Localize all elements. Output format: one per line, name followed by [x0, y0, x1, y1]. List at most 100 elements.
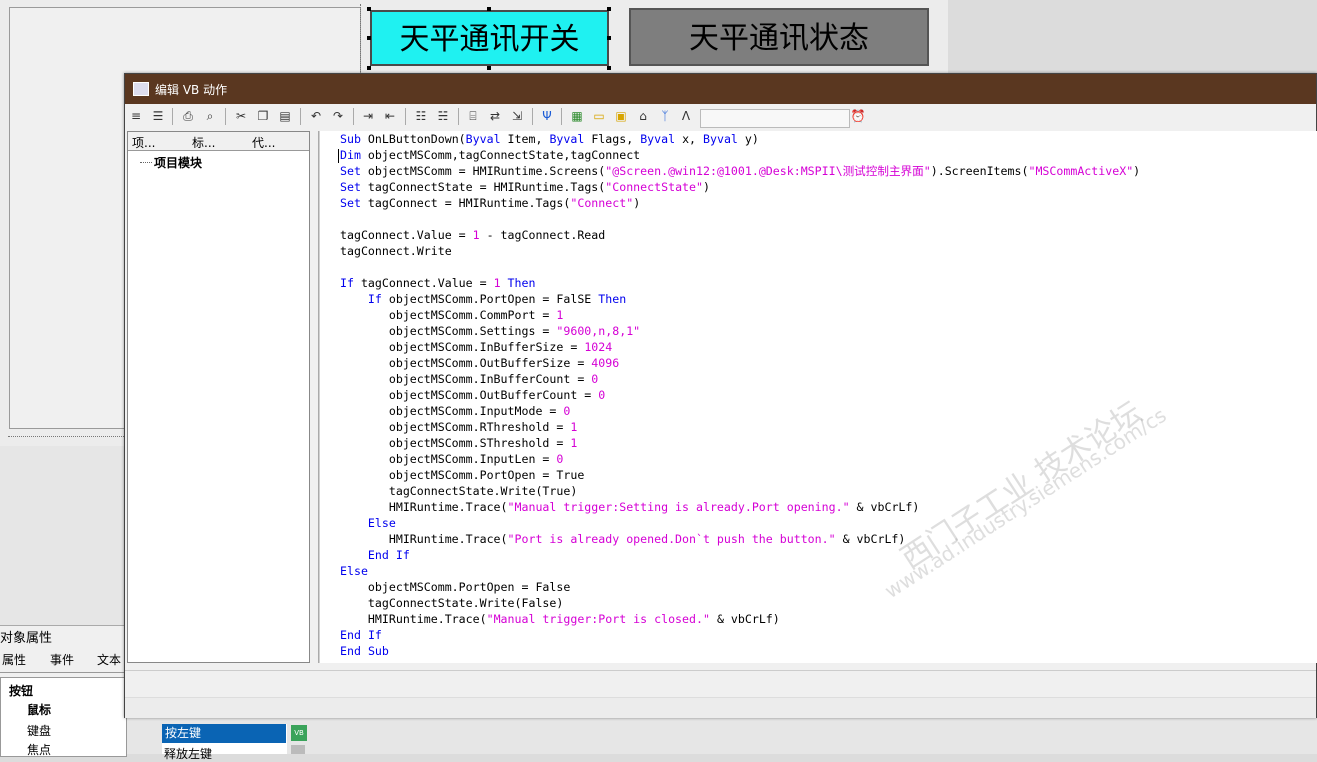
code-line[interactable]: objectMSComm.CommPort = 1	[340, 308, 564, 322]
redo-icon[interactable]: ↷	[330, 108, 346, 124]
toolbar-separator	[458, 108, 459, 125]
align-left-icon[interactable]: ☰	[150, 108, 166, 124]
code-line[interactable]: Set tagConnect = HMIRuntime.Tags("Connec…	[340, 196, 640, 210]
code-line[interactable]: tagConnectState.Write(False)	[340, 596, 563, 610]
new-folder-icon[interactable]: ▣	[613, 108, 629, 124]
toolbar-separator	[225, 108, 226, 125]
print-preview-icon[interactable]: ⌕	[202, 108, 218, 124]
code-line[interactable]: Set tagConnectState = HMIRuntime.Tags("C…	[340, 180, 710, 194]
outdent-icon[interactable]: ⇤	[382, 108, 398, 124]
compass-icon[interactable]: Λ	[678, 108, 694, 124]
goto-icon[interactable]: ⇲	[509, 108, 525, 124]
module-icon[interactable]: ⌂	[635, 108, 651, 124]
title-bar[interactable]: 编辑 VB 动作	[125, 74, 1316, 104]
vb-action-editor-window: 编辑 VB 动作 ≡ ☰ ⎙ ⌕ ✂ ❐ ▤ ↶ ↷ ⇥ ⇤ ☷ ☵ ⌸ ⇄ ⇲…	[124, 73, 1317, 718]
print-icon[interactable]: ⎙	[180, 108, 196, 124]
tree-item-mouse[interactable]: 鼠标	[27, 701, 51, 718]
comment-icon[interactable]: ☷	[413, 108, 429, 124]
text-caret	[338, 149, 339, 163]
window-title: 编辑 VB 动作	[155, 83, 228, 97]
code-line[interactable]: tagConnectState.Write(True)	[340, 484, 577, 498]
code-line[interactable]: objectMSComm.OutBufferCount = 0	[340, 388, 605, 402]
find-icon[interactable]: ⌸	[465, 108, 481, 124]
folder-icon[interactable]: ▭	[591, 108, 607, 124]
selection-handle[interactable]	[367, 7, 371, 11]
balance-comm-switch-button[interactable]: 天平通讯开关	[370, 10, 609, 66]
code-line[interactable]: objectMSComm.InputMode = 0	[340, 404, 571, 418]
tab-events[interactable]: 事件	[50, 651, 74, 668]
tree-item-focus[interactable]: 焦点	[27, 741, 51, 758]
selection-handle[interactable]	[607, 66, 611, 70]
code-line[interactable]: Else	[340, 564, 368, 578]
code-line[interactable]: If tagConnect.Value = 1 Then	[340, 276, 535, 290]
code-line[interactable]: Set objectMSComm = HMIRuntime.Screens("@…	[340, 164, 1140, 178]
code-line[interactable]: Else	[340, 516, 396, 530]
properties-tabs: 属性 事件 文本	[0, 648, 125, 673]
code-line[interactable]: objectMSComm.InputLen = 0	[340, 452, 564, 466]
code-line[interactable]: objectMSComm.RThreshold = 1	[340, 420, 577, 434]
code-line[interactable]: If objectMSComm.PortOpen = FalSE Then	[340, 292, 626, 306]
code-line[interactable]: objectMSComm.SThreshold = 1	[340, 436, 577, 450]
replace-icon[interactable]: ⇄	[487, 108, 503, 124]
event-tree: 按钮 鼠标 键盘 焦点	[0, 677, 127, 757]
toolbar-separator	[353, 108, 354, 125]
code-line[interactable]: HMIRuntime.Trace("Manual trigger:Port is…	[340, 612, 780, 626]
code-line[interactable]: HMIRuntime.Trace("Manual trigger:Setting…	[340, 500, 920, 514]
function-icon[interactable]: ᛉ	[657, 108, 673, 124]
tab-project[interactable]: 项...	[132, 134, 155, 151]
toolbar-separator	[300, 108, 301, 125]
code-line[interactable]: objectMSComm.OutBufferSize = 4096	[340, 356, 619, 370]
tree-item-button[interactable]: 按钮	[9, 682, 33, 699]
code-line[interactable]: objectMSComm.InBufferCount = 0	[340, 372, 598, 386]
panel-title: 对象属性	[0, 631, 53, 646]
tab-tags[interactable]: 标...	[192, 134, 215, 151]
selection-handle[interactable]	[607, 7, 611, 11]
tab-properties[interactable]: 属性	[2, 651, 26, 668]
uncomment-icon[interactable]: ☵	[435, 108, 451, 124]
balance-comm-status-button[interactable]: 天平通讯状态	[629, 8, 929, 66]
syntax-check-icon[interactable]: Ψ	[539, 108, 555, 124]
paste-icon[interactable]: ▤	[277, 108, 293, 124]
code-line[interactable]: End If	[340, 548, 410, 562]
code-line[interactable]: Sub OnLButtonDown(Byval Item, Byval Flag…	[340, 132, 759, 146]
tree-item-project-module[interactable]: 项目模块	[154, 154, 202, 171]
code-editor[interactable]: Sub OnLButtonDown(Byval Item, Byval Flag…	[320, 131, 1317, 663]
code-line[interactable]: objectMSComm.Settings = "9600,n,8,1"	[340, 324, 640, 338]
selection-handle[interactable]	[367, 66, 371, 70]
vb-action-icon[interactable]: VB	[291, 725, 307, 741]
code-line[interactable]: End Sub	[340, 644, 389, 658]
copy-icon[interactable]: ❐	[255, 108, 271, 124]
action-icon[interactable]	[291, 745, 305, 754]
window-icon	[133, 82, 149, 96]
event-item-press-left[interactable]: 按左键	[162, 724, 286, 743]
tree-connector	[140, 162, 152, 163]
indent-icon[interactable]: ⇥	[360, 108, 376, 124]
undo-icon[interactable]: ↶	[308, 108, 324, 124]
code-line[interactable]: objectMSComm.PortOpen = True	[340, 468, 584, 482]
project-tree-pane: 项... 标... 代... 项目模块	[127, 131, 310, 663]
tree-item-keyboard[interactable]: 键盘	[27, 722, 51, 739]
selection-handle[interactable]	[487, 66, 491, 70]
selection-handle[interactable]	[367, 36, 371, 40]
tag-icon[interactable]: ▦	[569, 108, 585, 124]
code-line[interactable]: tagConnect.Write	[340, 244, 452, 258]
selection-handle[interactable]	[487, 7, 491, 11]
toolbar-separator	[172, 108, 173, 125]
tree-tabs: 项... 标... 代...	[128, 132, 309, 151]
tab-code[interactable]: 代...	[252, 134, 275, 151]
toolbar-separator	[561, 108, 562, 125]
code-line[interactable]: End If	[340, 628, 382, 642]
selection-handle[interactable]	[607, 36, 611, 40]
code-text[interactable]: Sub OnLButtonDown(Byval Item, Byval Flag…	[340, 131, 1140, 659]
code-line[interactable]: tagConnect.Value = 1 - tagConnect.Read	[340, 228, 605, 242]
code-line[interactable]: Dim objectMSComm,tagConnectState,tagConn…	[340, 148, 640, 162]
search-input[interactable]	[700, 109, 850, 128]
cut-icon[interactable]: ✂	[233, 108, 249, 124]
code-line[interactable]: objectMSComm.PortOpen = False	[340, 580, 570, 594]
code-line[interactable]: HMIRuntime.Trace("Port is already opened…	[340, 532, 906, 546]
editor-toolbar: ≡ ☰ ⎙ ⌕ ✂ ❐ ▤ ↶ ↷ ⇥ ⇤ ☷ ☵ ⌸ ⇄ ⇲ Ψ ▦ ▭ ▣ …	[125, 104, 1316, 130]
tab-text[interactable]: 文本	[97, 651, 121, 668]
alarm-clock-icon[interactable]: ⏰	[850, 108, 866, 124]
code-line[interactable]: objectMSComm.InBufferSize = 1024	[340, 340, 612, 354]
toolbar-separator	[405, 108, 406, 125]
